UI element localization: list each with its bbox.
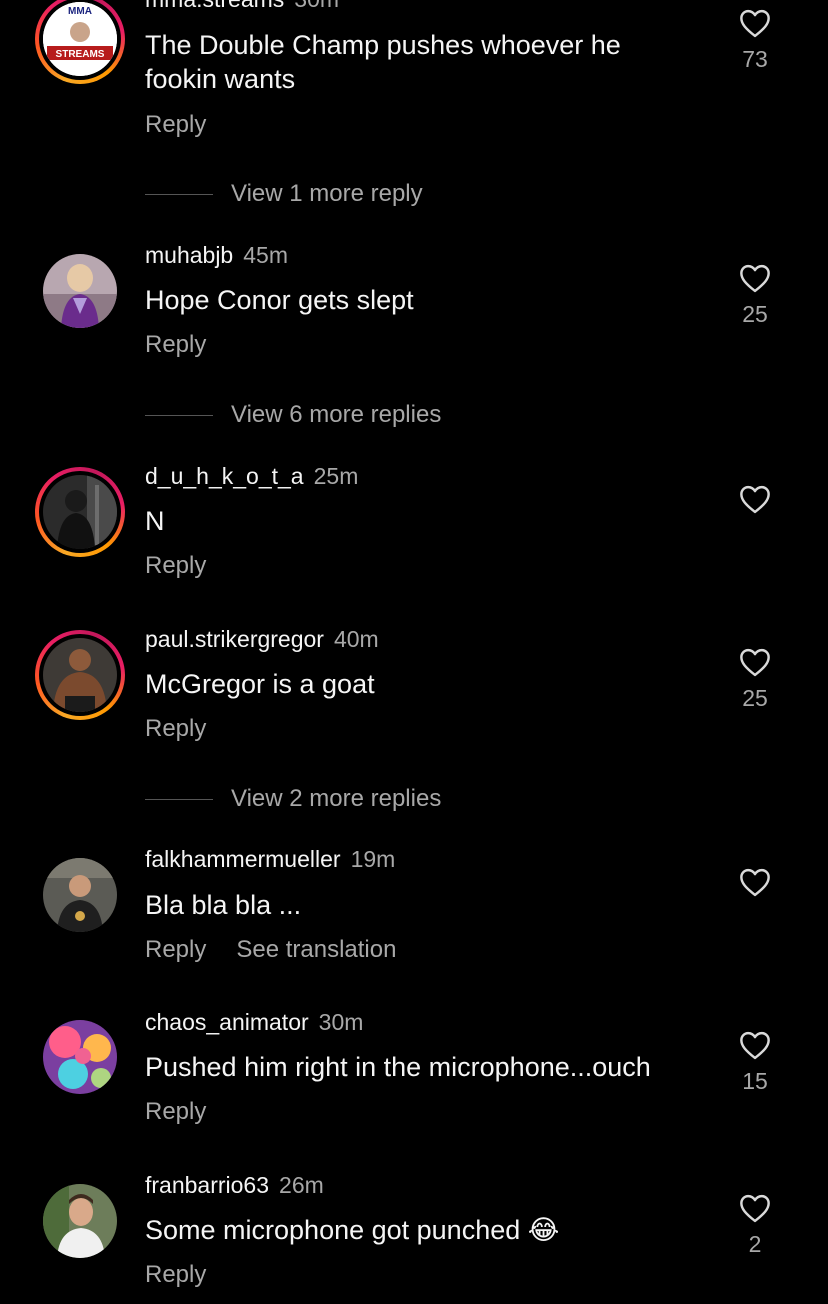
comment-actions: Reply [145, 715, 206, 743]
avatar[interactable] [43, 254, 117, 328]
comment-meta: mma.streams 30m [145, 0, 339, 13]
comment-actions: Reply [145, 552, 206, 580]
like-count: 2 [748, 1231, 762, 1257]
like-count: 25 [742, 301, 768, 327]
view-more-replies[interactable]: View 6 more replies [145, 401, 441, 429]
username-link[interactable]: mma.streams [145, 0, 284, 12]
username-link[interactable]: chaos_animator [145, 1009, 309, 1035]
like-button[interactable]: 25 [736, 263, 774, 328]
like-button[interactable] [736, 867, 774, 905]
username-link[interactable]: falkhammermueller [145, 846, 341, 872]
comment-actions: Reply [145, 331, 206, 359]
heart-outline-icon [740, 485, 770, 514]
like-button[interactable] [736, 484, 774, 522]
username-link[interactable]: muhabjb [145, 242, 233, 268]
username-link[interactable]: d_u_h_k_o_t_a [145, 463, 304, 489]
comment-text: Bla bla bla ... [145, 890, 302, 920]
like-count: 73 [742, 46, 768, 72]
like-count: 25 [742, 685, 768, 711]
reply-button[interactable]: Reply [145, 331, 206, 358]
reply-button[interactable]: Reply [145, 936, 206, 963]
timestamp: 25m [313, 463, 359, 489]
divider [145, 799, 213, 801]
comment-text: The Double Champ pushes whoever he fooki… [145, 30, 621, 94]
svg-text:STREAMS: STREAMS [56, 49, 105, 60]
avatar[interactable] [35, 467, 125, 557]
comment-actions: Reply See translation [145, 936, 396, 964]
comment-meta: d_u_h_k_o_t_a 25m [145, 463, 358, 490]
avatar[interactable]: MMA STREAMS [35, 0, 125, 84]
heart-outline-icon [740, 9, 770, 38]
reply-button[interactable]: Reply [145, 552, 206, 579]
like-button[interactable]: 2 [736, 1193, 774, 1258]
heart-outline-icon [740, 868, 770, 897]
reply-button[interactable]: Reply [145, 111, 206, 138]
comment-meta: muhabjb 45m [145, 242, 288, 269]
like-button[interactable]: 15 [736, 1030, 774, 1095]
comment-actions: Reply [145, 1098, 206, 1126]
comment-meta: falkhammermueller 19m [145, 846, 395, 873]
avatar[interactable] [35, 630, 125, 720]
avatar[interactable] [43, 1184, 117, 1258]
timestamp: 30m [294, 0, 339, 12]
username-link[interactable]: paul.strikergregor [145, 626, 324, 652]
comment-text: Pushed him right in the microphone...ouc… [145, 1052, 651, 1082]
divider [145, 194, 213, 196]
comment-actions: Reply [145, 111, 206, 139]
comment-text: Hope Conor gets slept [145, 285, 414, 315]
avatar[interactable] [43, 858, 117, 932]
heart-outline-icon [740, 648, 770, 677]
reply-button[interactable]: Reply [145, 1098, 206, 1125]
like-count: 15 [742, 1068, 768, 1094]
timestamp: 26m [279, 1172, 324, 1198]
svg-text:MMA: MMA [68, 6, 92, 17]
heart-outline-icon [740, 1194, 770, 1223]
username-link[interactable]: franbarrio63 [145, 1172, 269, 1198]
reply-button[interactable]: Reply [145, 1261, 206, 1288]
timestamp: 19m [350, 846, 396, 872]
divider [145, 415, 213, 417]
like-button[interactable]: 25 [736, 647, 774, 712]
timestamp: 30m [318, 1009, 364, 1035]
view-more-replies[interactable]: View 2 more replies [145, 785, 441, 813]
heart-outline-icon [740, 264, 770, 293]
comment-meta: paul.strikergregor 40m [145, 626, 379, 653]
comment-text: Some microphone got punched 😂 [145, 1215, 560, 1245]
heart-outline-icon [740, 1031, 770, 1060]
avatar[interactable] [43, 1020, 117, 1094]
like-button[interactable]: 73 [736, 8, 774, 73]
view-more-replies[interactable]: View 1 more reply [145, 180, 423, 208]
timestamp: 45m [243, 242, 288, 268]
comment-text: McGregor is a goat [145, 669, 375, 699]
reply-button[interactable]: Reply [145, 715, 206, 742]
comment-text: N [145, 506, 165, 536]
timestamp: 40m [333, 626, 379, 652]
comment-meta: chaos_animator 30m [145, 1009, 363, 1036]
comment-meta: franbarrio63 26m [145, 1172, 324, 1199]
see-translation-button[interactable]: See translation [236, 936, 396, 963]
comment-actions: Reply [145, 1261, 206, 1289]
